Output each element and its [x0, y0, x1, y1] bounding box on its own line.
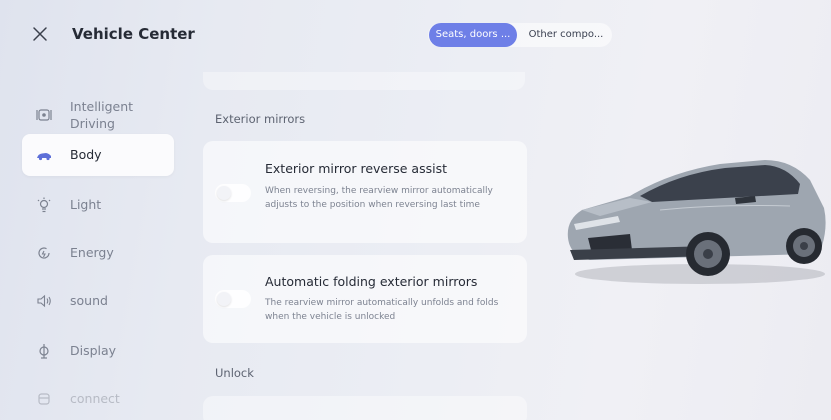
auto-folding-toggle[interactable] — [215, 290, 251, 308]
sidebar-item-label: Light — [70, 197, 102, 212]
speaker-icon — [37, 294, 51, 308]
top-bar: Vehicle Center Seats, doors ... Other co… — [0, 0, 831, 70]
steering-icon — [36, 109, 52, 121]
sidebar-item-display[interactable]: Display — [22, 330, 174, 372]
sidebar-item-connect[interactable]: connect — [22, 378, 174, 420]
energy-icon — [38, 247, 50, 259]
next-card-edge — [203, 396, 527, 420]
setting-card-auto-folding: Automatic folding exterior mirrors The r… — [203, 255, 527, 343]
tab-group: Seats, doors ... Other compo... — [428, 23, 612, 47]
sidebar-item-label: sound — [70, 293, 108, 308]
sidebar-item-body[interactable]: Body — [22, 134, 174, 176]
tab-other-components[interactable]: Other compo... — [522, 23, 610, 47]
close-icon[interactable] — [30, 24, 50, 44]
sidebar-item-label: Intelligent Driving — [70, 99, 134, 131]
sidebar-item-intelligent-driving[interactable]: Intelligent Driving — [22, 90, 174, 140]
car-body-icon — [37, 153, 51, 161]
vehicle-image — [567, 160, 826, 284]
sidebar-item-label: connect — [70, 391, 120, 406]
sidebar-item-light[interactable]: Light — [22, 184, 174, 226]
sidebar-item-label: Display — [70, 343, 117, 358]
light-icon — [37, 197, 51, 213]
previous-card-edge — [203, 72, 525, 90]
reverse-assist-toggle[interactable] — [215, 184, 251, 202]
tab-seats-doors[interactable]: Seats, doors ... — [429, 23, 517, 47]
page-title: Vehicle Center — [72, 25, 195, 43]
sidebar-item-label: Body — [70, 147, 102, 162]
sidebar-item-sound[interactable]: sound — [22, 280, 174, 322]
setting-description: The rearview mirror automatically unfold… — [265, 298, 499, 322]
sidebar-item-label: Energy — [70, 245, 114, 260]
setting-description: When reversing, the rearview mirror auto… — [265, 186, 493, 210]
sidebar-item-energy[interactable]: Energy — [22, 232, 174, 274]
setting-card-reverse-assist: Exterior mirror reverse assist When reve… — [203, 141, 527, 243]
section-title-unlock: Unlock — [215, 366, 254, 380]
connect-icon — [38, 393, 50, 405]
setting-title: Exterior mirror reverse assist — [265, 161, 447, 176]
section-title-exterior-mirrors: Exterior mirrors — [215, 112, 306, 126]
setting-title: Automatic folding exterior mirrors — [265, 274, 478, 289]
display-icon — [39, 344, 49, 359]
